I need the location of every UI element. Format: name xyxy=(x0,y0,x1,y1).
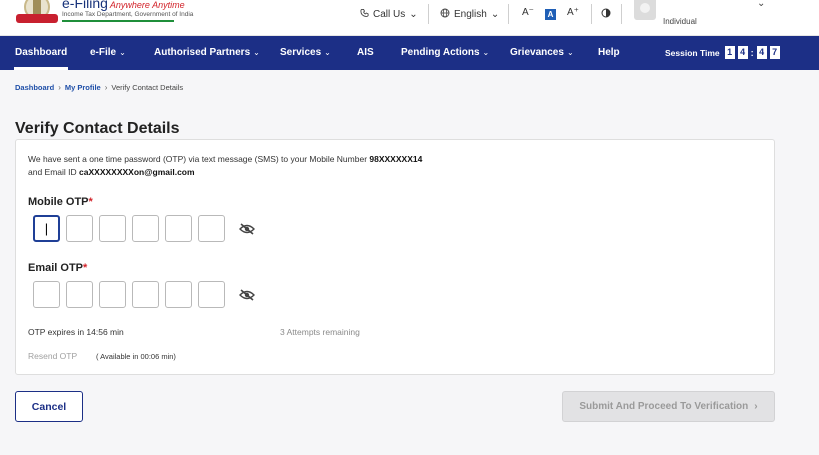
language-label: English xyxy=(454,9,487,20)
session-digit: 4 xyxy=(737,46,748,59)
session-digit: 1 xyxy=(724,46,735,59)
session-label: Session Time xyxy=(665,47,720,58)
breadcrumb-dashboard[interactable]: Dashboard xyxy=(15,83,54,92)
chevron-down-icon[interactable]: ⌄ xyxy=(757,0,765,9)
nav-services[interactable]: Services ⌄ xyxy=(280,47,331,58)
otp-expiry-text: OTP expires in 14:56 min xyxy=(28,327,124,337)
email-otp-inputs xyxy=(33,281,257,308)
font-decrease-button[interactable]: A⁻ xyxy=(522,7,534,18)
cancel-button[interactable]: Cancel xyxy=(15,391,83,422)
breadcrumb-my-profile[interactable]: My Profile xyxy=(65,83,101,92)
font-default-button[interactable]: A xyxy=(545,9,556,20)
contrast-icon[interactable] xyxy=(601,8,611,21)
chevron-down-icon: ⌄ xyxy=(409,9,418,20)
mobile-otp-label: Mobile OTP* xyxy=(28,196,93,208)
mobile-otp-digit-4[interactable] xyxy=(132,215,159,242)
chevron-right-icon: › xyxy=(754,401,758,412)
submit-label: Submit And Proceed To Verification xyxy=(579,401,749,412)
otp-sent-message: We have sent a one time password (OTP) v… xyxy=(28,154,423,177)
email-id: caXXXXXXXXon@gmail.com xyxy=(79,167,195,177)
font-increase-button[interactable]: A⁺ xyxy=(567,7,579,18)
email-otp-digit-2[interactable] xyxy=(66,281,93,308)
breadcrumb: Dashboard › My Profile › Verify Contact … xyxy=(15,83,183,92)
resend-available-text: ( Available in 00:06 min) xyxy=(96,352,176,361)
chevron-down-icon: ⌄ xyxy=(482,48,490,57)
call-us-menu[interactable]: Call Us ⌄ xyxy=(360,8,418,21)
page-title: Verify Contact Details xyxy=(15,120,180,137)
email-otp-label: Email OTP* xyxy=(28,262,88,274)
nav-pending-actions[interactable]: Pending Actions ⌄ xyxy=(401,47,489,58)
email-otp-digit-6[interactable] xyxy=(198,281,225,308)
efiling-logo[interactable]: e-Filing Anywhere Anytime Income Tax Depa… xyxy=(14,0,193,30)
otp-card: We have sent a one time password (OTP) v… xyxy=(15,139,775,375)
mobile-otp-digit-1[interactable] xyxy=(33,215,60,242)
nav-ais[interactable]: AIS xyxy=(357,47,374,58)
chevron-right-icon: › xyxy=(104,83,108,92)
email-otp-digit-4[interactable] xyxy=(132,281,159,308)
mobile-number: 98XXXXXX14 xyxy=(369,154,423,164)
email-otp-digit-5[interactable] xyxy=(165,281,192,308)
mobile-otp-digit-5[interactable] xyxy=(165,215,192,242)
session-digit: 4 xyxy=(756,46,767,59)
user-role: Individual xyxy=(663,17,697,26)
nav-help[interactable]: Help xyxy=(598,47,620,58)
chevron-down-icon: ⌄ xyxy=(324,48,331,57)
chevron-down-icon: ⌄ xyxy=(490,9,500,20)
email-otp-digit-3[interactable] xyxy=(99,281,126,308)
submit-verification-button[interactable]: Submit And Proceed To Verification › xyxy=(562,391,775,422)
eye-slash-icon[interactable] xyxy=(239,288,257,302)
chevron-down-icon: ⌄ xyxy=(566,48,574,57)
attempts-remaining: 3 Attempts remaining xyxy=(280,327,360,337)
chevron-right-icon: › xyxy=(58,83,61,92)
email-otp-digit-1[interactable] xyxy=(33,281,60,308)
chevron-down-icon: ⌄ xyxy=(119,48,126,57)
nav-grievances[interactable]: Grievances ⌄ xyxy=(510,47,574,58)
eye-slash-icon[interactable] xyxy=(239,222,257,236)
call-us-label: Call Us xyxy=(373,9,406,20)
language-selector[interactable]: English ⌄ xyxy=(440,8,499,21)
nav-efile[interactable]: e-File ⌄ xyxy=(90,47,126,58)
phone-icon xyxy=(360,8,369,21)
session-timer: Session Time 1 4 : 4 7 xyxy=(665,46,780,59)
session-digit: 7 xyxy=(769,46,780,59)
mobile-otp-inputs xyxy=(33,215,257,242)
globe-icon xyxy=(440,8,450,21)
nav-dashboard[interactable]: Dashboard xyxy=(13,47,69,70)
emblem-icon xyxy=(14,0,60,26)
top-header: e-Filing Anywhere Anytime Income Tax Depa… xyxy=(0,0,819,36)
mobile-otp-digit-6[interactable] xyxy=(198,215,225,242)
mobile-otp-digit-3[interactable] xyxy=(99,215,126,242)
nav-authorised-partners[interactable]: Authorised Partners ⌄ xyxy=(154,47,260,58)
brand-subtitle: Income Tax Department, Government of Ind… xyxy=(62,11,194,18)
avatar[interactable] xyxy=(634,0,656,20)
chevron-down-icon: ⌄ xyxy=(253,48,260,57)
main-nav: Dashboard e-File ⌄ Authorised Partners ⌄ S… xyxy=(0,36,819,70)
mobile-otp-digit-2[interactable] xyxy=(66,215,93,242)
resend-otp-link[interactable]: Resend OTP xyxy=(28,351,77,361)
brand-name: e-Filing xyxy=(62,0,108,11)
breadcrumb-current: Verify Contact Details xyxy=(111,83,184,92)
brand-tagline: Anywhere Anytime xyxy=(109,0,185,10)
